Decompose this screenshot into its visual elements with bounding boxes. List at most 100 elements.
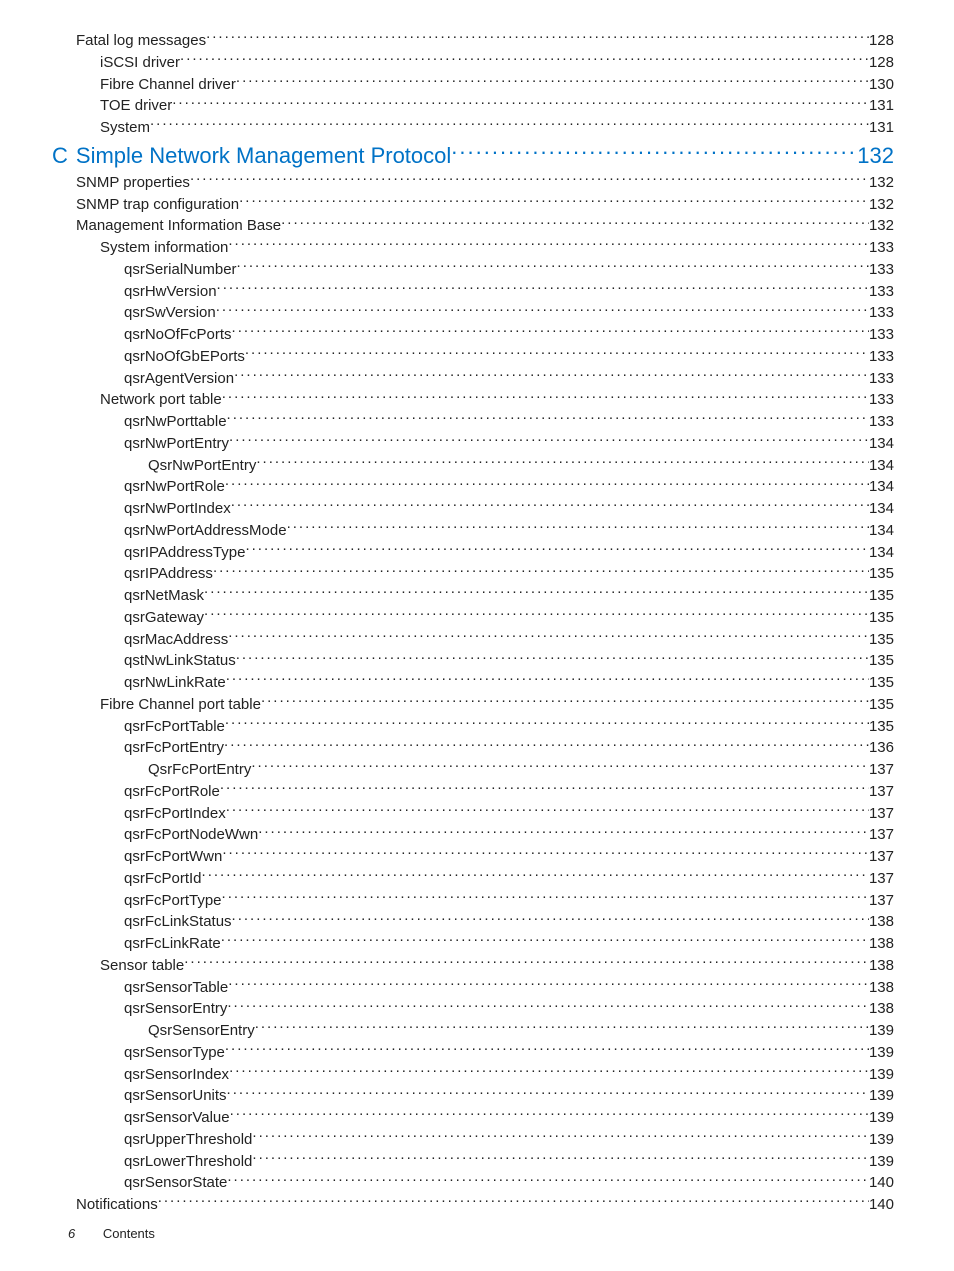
toc-entry-page: 138 (869, 955, 894, 977)
page-footer: 6 Contents (68, 1226, 155, 1241)
toc-entry-title: QsrSensorEntry (148, 1020, 255, 1042)
toc-entry[interactable]: qsrNwPortRole134 (124, 476, 894, 498)
toc-entry-page: 134 (869, 498, 894, 520)
toc-entry-page: 134 (869, 542, 894, 564)
toc-entry[interactable]: qsrUpperThreshold139 (124, 1129, 894, 1151)
toc-entry[interactable]: Fibre Channel driver130 (100, 74, 894, 96)
toc-entry[interactable]: Network port table133 (100, 389, 894, 411)
toc-entry[interactable]: SNMP properties132 (76, 172, 894, 194)
toc-dots (222, 846, 869, 861)
toc-entry[interactable]: qsrSwVersion133 (124, 302, 894, 324)
toc-entry-title: qsrNetMask (124, 585, 204, 607)
toc-entry[interactable]: qsrFcPortId137 (124, 868, 894, 890)
toc-entry[interactable]: qsrFcPortIndex137 (124, 803, 894, 825)
toc-entry[interactable]: qsrNwPortIndex134 (124, 498, 894, 520)
toc-entry[interactable]: qsrFcPortType137 (124, 890, 894, 912)
toc-entry[interactable]: qsrGateway 135 (124, 607, 894, 629)
toc-entry-page: 133 (869, 411, 894, 433)
toc-dots (252, 1129, 869, 1144)
toc-entry[interactable]: qsrFcPortRole 137 (124, 781, 894, 803)
toc-entry[interactable]: qsrSensorUnits139 (124, 1085, 894, 1107)
toc-page: Fatal log messages128iSCSI driver128Fibr… (0, 0, 954, 1246)
toc-entry[interactable]: qsrNwLinkRate 135 (124, 672, 894, 694)
toc-entry-page: 137 (869, 824, 894, 846)
toc-entry-page: 135 (869, 672, 894, 694)
toc-entry[interactable]: qsrNoOfFcPorts133 (124, 324, 894, 346)
toc-entry[interactable]: qsrSensorTable138 (124, 977, 894, 999)
toc-entry[interactable]: Management Information Base 132 (76, 215, 894, 237)
toc-entry[interactable]: System information133 (100, 237, 894, 259)
toc-entry[interactable]: qsrMacAddress135 (124, 629, 894, 651)
toc-dots (225, 476, 869, 491)
toc-entry[interactable]: Fibre Channel port table135 (100, 694, 894, 716)
toc-entry[interactable]: qsrFcLinkStatus138 (124, 911, 894, 933)
toc-entry-title: qsrSensorTable (124, 977, 228, 999)
toc-entry[interactable]: qsrSensorValue139 (124, 1107, 894, 1129)
toc-entry-title: qsrFcPortId (124, 868, 202, 890)
toc-entry-title: qsrGateway (124, 607, 204, 629)
toc-entry-title: qsrNwLinkRate (124, 672, 226, 694)
toc-entry[interactable]: qsrLowerThreshold139 (124, 1151, 894, 1173)
toc-dots (213, 563, 869, 578)
toc-entry[interactable]: Sensor table138 (100, 955, 894, 977)
toc-entry[interactable]: QsrSensorEntry139 (148, 1020, 894, 1042)
toc-entry[interactable]: qsrNetMask135 (124, 585, 894, 607)
toc-entry-prefix: C (52, 143, 68, 168)
toc-entry[interactable]: qsrSerialNumber133 (124, 259, 894, 281)
toc-entry[interactable]: TOE driver131 (100, 95, 894, 117)
toc-entry[interactable]: qsrIPAddress135 (124, 563, 894, 585)
toc-entry[interactable]: qsrHwVersion133 (124, 281, 894, 303)
toc-entry[interactable]: qsrFcPortWwn137 (124, 846, 894, 868)
toc-entry[interactable]: QsrNwPortEntry134 (148, 455, 894, 477)
toc-entry[interactable]: qsrNwPortEntry 134 (124, 433, 894, 455)
toc-entry-title: qsrNwPortEntry (124, 433, 229, 455)
toc-entry[interactable]: qsrNoOfGbEPorts133 (124, 346, 894, 368)
toc-entry-page: 131 (869, 95, 894, 117)
toc-entry[interactable]: qstNwLinkStatus135 (124, 650, 894, 672)
toc-entry-page: 137 (869, 759, 894, 781)
toc-entry[interactable]: qsrSensorIndex139 (124, 1064, 894, 1086)
toc-entry-title: qsrLowerThreshold (124, 1151, 252, 1173)
toc-entry[interactable]: qsrIPAddressType134 (124, 542, 894, 564)
toc-entry-title: iSCSI driver (100, 52, 180, 74)
toc-entry-page: 138 (869, 998, 894, 1020)
toc-entry-title: qsrHwVersion (124, 281, 217, 303)
toc-entry[interactable]: qsrAgentVersion133 (124, 368, 894, 390)
toc-entry[interactable]: CSimple Network Management Protocol132 (52, 139, 894, 172)
toc-entry-page: 135 (869, 607, 894, 629)
toc-entry[interactable]: qsrFcPortTable135 (124, 716, 894, 738)
toc-entry[interactable]: iSCSI driver128 (100, 52, 894, 74)
toc-entry[interactable]: QsrFcPortEntry137 (148, 759, 894, 781)
toc-entry-page: 137 (869, 846, 894, 868)
toc-entry-page: 135 (869, 563, 894, 585)
toc-entry-page: 137 (869, 803, 894, 825)
toc-entry[interactable]: SNMP trap configuration132 (76, 194, 894, 216)
toc-entry-page: 137 (869, 781, 894, 803)
toc-entry[interactable]: qsrFcPortEntry136 (124, 737, 894, 759)
toc-dots (225, 1042, 869, 1057)
toc-entry[interactable]: qsrSensorEntry138 (124, 998, 894, 1020)
toc-entry-title: SNMP properties (76, 172, 190, 194)
toc-entry[interactable]: qsrSensorState140 (124, 1172, 894, 1194)
toc-entry[interactable]: Fatal log messages128 (76, 30, 894, 52)
toc-entry-title: qsrFcPortRole (124, 781, 220, 803)
toc-dots (184, 955, 869, 970)
toc-entry-page: 134 (869, 433, 894, 455)
toc-entry[interactable]: qsrNwPorttable133 (124, 411, 894, 433)
toc-entry[interactable]: System131 (100, 117, 894, 139)
toc-dots (228, 629, 869, 644)
toc-entry[interactable]: qsrFcPortNodeWwn137 (124, 824, 894, 846)
toc-dots (202, 868, 869, 883)
toc-dots (206, 30, 869, 45)
toc-entry-title: QsrNwPortEntry (148, 455, 256, 477)
toc-entry[interactable]: qsrSensorType139 (124, 1042, 894, 1064)
toc-entry-page: 139 (869, 1064, 894, 1086)
toc-entry[interactable]: qsrFcLinkRate138 (124, 933, 894, 955)
toc-dots (227, 1172, 869, 1187)
toc-dots (222, 389, 869, 404)
toc-dots (222, 890, 869, 905)
toc-entry[interactable]: qsrNwPortAddressMode134 (124, 520, 894, 542)
toc-dots (216, 302, 869, 317)
toc-entry[interactable]: Notifications140 (76, 1194, 894, 1216)
toc-dots (252, 1151, 869, 1166)
